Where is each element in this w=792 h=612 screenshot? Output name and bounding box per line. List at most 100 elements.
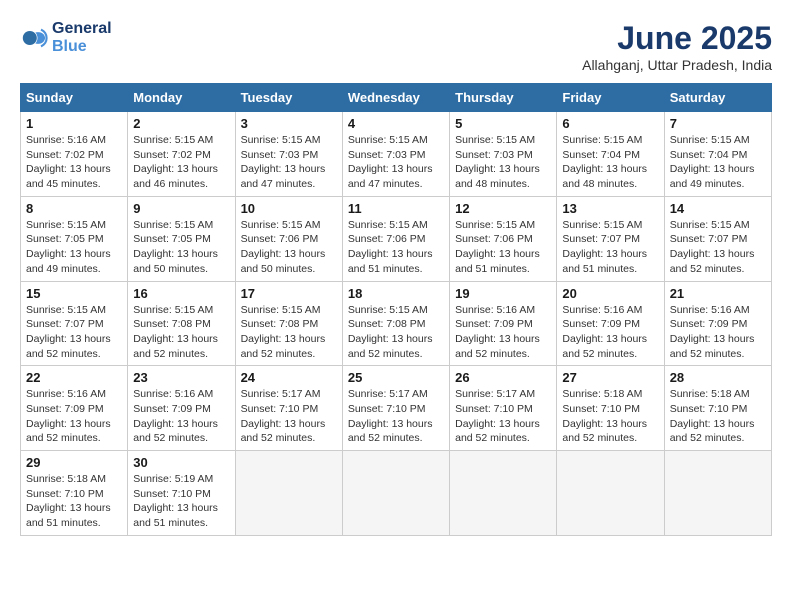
day-info: Sunrise: 5:16 AMSunset: 7:09 PMDaylight:… <box>562 303 658 362</box>
calendar-day: 16 Sunrise: 5:15 AMSunset: 7:08 PMDayligh… <box>128 281 235 366</box>
day-info: Sunrise: 5:15 AMSunset: 7:07 PMDaylight:… <box>562 218 658 277</box>
day-number: 22 <box>26 370 122 385</box>
day-info: Sunrise: 5:18 AMSunset: 7:10 PMDaylight:… <box>670 387 766 446</box>
day-number: 18 <box>348 286 444 301</box>
calendar-day: 5Sunrise: 5:15 AMSunset: 7:03 PMDaylight… <box>450 112 557 197</box>
calendar-day: 30 Sunrise: 5:19 AMSunset: 7:10 PMDayligh… <box>128 451 235 536</box>
calendar-day: 13 Sunrise: 5:15 AMSunset: 7:07 PMDayligh… <box>557 196 664 281</box>
day-number: 10 <box>241 201 337 216</box>
calendar-day: 27 Sunrise: 5:18 AMSunset: 7:10 PMDayligh… <box>557 366 664 451</box>
day-info: Sunrise: 5:17 AMSunset: 7:10 PMDaylight:… <box>455 387 551 446</box>
calendar-day: 11 Sunrise: 5:15 AMSunset: 7:06 PMDayligh… <box>342 196 449 281</box>
calendar-day: 3 Sunrise: 5:15 AMSunset: 7:03 PMDaylight… <box>235 112 342 197</box>
calendar-day: 1 Sunrise: 5:16 AMSunset: 7:02 PMDaylight… <box>21 112 128 197</box>
month-title: June 2025 <box>582 20 772 57</box>
day-info: Sunrise: 5:16 AMSunset: 7:09 PMDaylight:… <box>26 387 122 446</box>
logo-icon <box>20 24 48 52</box>
calendar-header-row: SundayMondayTuesdayWednesdayThursdayFrid… <box>21 84 772 112</box>
day-number: 9 <box>133 201 229 216</box>
header-cell-sunday: Sunday <box>21 84 128 112</box>
calendar-day: 10 Sunrise: 5:15 AMSunset: 7:06 PMDayligh… <box>235 196 342 281</box>
calendar-day: 24 Sunrise: 5:17 AMSunset: 7:10 PMDayligh… <box>235 366 342 451</box>
day-info: Sunrise: 5:16 AMSunset: 7:09 PMDaylight:… <box>670 303 766 362</box>
day-number: 19 <box>455 286 551 301</box>
day-info: Sunrise: 5:15 AMSunset: 7:03 PMDaylight:… <box>241 133 337 192</box>
day-number: 1 <box>26 116 122 131</box>
day-info: Sunrise: 5:15 AMSunset: 7:08 PMDaylight:… <box>348 303 444 362</box>
calendar-day <box>450 451 557 536</box>
calendar-day: 15 Sunrise: 5:15 AMSunset: 7:07 PMDayligh… <box>21 281 128 366</box>
day-number: 11 <box>348 201 444 216</box>
day-number: 24 <box>241 370 337 385</box>
day-number: 16 <box>133 286 229 301</box>
day-number: 15 <box>26 286 122 301</box>
title-block: June 2025 Allahganj, Uttar Pradesh, Indi… <box>582 20 772 73</box>
day-number: 20 <box>562 286 658 301</box>
calendar-day: 29 Sunrise: 5:18 AMSunset: 7:10 PMDayligh… <box>21 451 128 536</box>
calendar-day: 7Sunrise: 5:15 AMSunset: 7:04 PMDaylight… <box>664 112 771 197</box>
calendar-day: 28 Sunrise: 5:18 AMSunset: 7:10 PMDayligh… <box>664 366 771 451</box>
header-cell-tuesday: Tuesday <box>235 84 342 112</box>
calendar-day <box>557 451 664 536</box>
day-number: 14 <box>670 201 766 216</box>
header-cell-friday: Friday <box>557 84 664 112</box>
calendar-day: 18 Sunrise: 5:15 AMSunset: 7:08 PMDayligh… <box>342 281 449 366</box>
calendar-day: 9Sunrise: 5:15 AMSunset: 7:05 PMDaylight… <box>128 196 235 281</box>
day-number: 12 <box>455 201 551 216</box>
calendar-day: 2Sunrise: 5:15 AMSunset: 7:02 PMDaylight… <box>128 112 235 197</box>
calendar-day: 17Sunrise: 5:15 AMSunset: 7:08 PMDayligh… <box>235 281 342 366</box>
day-info: Sunrise: 5:15 AMSunset: 7:08 PMDaylight:… <box>133 303 229 362</box>
calendar-day: 26 Sunrise: 5:17 AMSunset: 7:10 PMDayligh… <box>450 366 557 451</box>
day-info: Sunrise: 5:16 AMSunset: 7:09 PMDaylight:… <box>455 303 551 362</box>
day-info: Sunrise: 5:15 AMSunset: 7:08 PMDaylight:… <box>241 303 337 362</box>
logo-text: General Blue <box>52 20 112 56</box>
day-info: Sunrise: 5:15 AMSunset: 7:07 PMDaylight:… <box>26 303 122 362</box>
calendar-day: 8 Sunrise: 5:15 AMSunset: 7:05 PMDaylight… <box>21 196 128 281</box>
day-info: Sunrise: 5:16 AMSunset: 7:02 PMDaylight:… <box>26 133 122 192</box>
header-cell-wednesday: Wednesday <box>342 84 449 112</box>
day-info: Sunrise: 5:15 AMSunset: 7:06 PMDaylight:… <box>455 218 551 277</box>
day-number: 30 <box>133 455 229 470</box>
calendar-day: 23 Sunrise: 5:16 AMSunset: 7:09 PMDayligh… <box>128 366 235 451</box>
day-info: Sunrise: 5:19 AMSunset: 7:10 PMDaylight:… <box>133 472 229 531</box>
calendar-week-row: 29 Sunrise: 5:18 AMSunset: 7:10 PMDayligh… <box>21 451 772 536</box>
calendar-week-row: 15 Sunrise: 5:15 AMSunset: 7:07 PMDayligh… <box>21 281 772 366</box>
calendar-day: 12 Sunrise: 5:15 AMSunset: 7:06 PMDayligh… <box>450 196 557 281</box>
day-number: 25 <box>348 370 444 385</box>
calendar-day: 14 Sunrise: 5:15 AMSunset: 7:07 PMDayligh… <box>664 196 771 281</box>
day-info: Sunrise: 5:15 AMSunset: 7:04 PMDaylight:… <box>562 133 658 192</box>
header-cell-monday: Monday <box>128 84 235 112</box>
day-number: 27 <box>562 370 658 385</box>
day-info: Sunrise: 5:17 AMSunset: 7:10 PMDaylight:… <box>348 387 444 446</box>
day-info: Sunrise: 5:15 AMSunset: 7:06 PMDaylight:… <box>348 218 444 277</box>
day-info: Sunrise: 5:15 AMSunset: 7:05 PMDaylight:… <box>26 218 122 277</box>
day-info: Sunrise: 5:16 AMSunset: 7:09 PMDaylight:… <box>133 387 229 446</box>
day-number: 4 <box>348 116 444 131</box>
day-number: 23 <box>133 370 229 385</box>
day-info: Sunrise: 5:15 AMSunset: 7:03 PMDaylight:… <box>348 133 444 192</box>
calendar-table: SundayMondayTuesdayWednesdayThursdayFrid… <box>20 83 772 536</box>
day-info: Sunrise: 5:18 AMSunset: 7:10 PMDaylight:… <box>562 387 658 446</box>
calendar-week-row: 1 Sunrise: 5:16 AMSunset: 7:02 PMDaylight… <box>21 112 772 197</box>
day-info: Sunrise: 5:17 AMSunset: 7:10 PMDaylight:… <box>241 387 337 446</box>
calendar-day: 19 Sunrise: 5:16 AMSunset: 7:09 PMDayligh… <box>450 281 557 366</box>
day-number: 29 <box>26 455 122 470</box>
day-number: 26 <box>455 370 551 385</box>
day-number: 28 <box>670 370 766 385</box>
calendar-week-row: 8 Sunrise: 5:15 AMSunset: 7:05 PMDaylight… <box>21 196 772 281</box>
calendar-day: 22 Sunrise: 5:16 AMSunset: 7:09 PMDayligh… <box>21 366 128 451</box>
calendar-day <box>342 451 449 536</box>
logo: General Blue <box>20 20 112 56</box>
day-info: Sunrise: 5:18 AMSunset: 7:10 PMDaylight:… <box>26 472 122 531</box>
day-number: 3 <box>241 116 337 131</box>
day-info: Sunrise: 5:15 AMSunset: 7:06 PMDaylight:… <box>241 218 337 277</box>
day-number: 7 <box>670 116 766 131</box>
day-number: 8 <box>26 201 122 216</box>
day-number: 6 <box>562 116 658 131</box>
day-number: 13 <box>562 201 658 216</box>
calendar-day: 21Sunrise: 5:16 AMSunset: 7:09 PMDayligh… <box>664 281 771 366</box>
calendar-day: 4 Sunrise: 5:15 AMSunset: 7:03 PMDaylight… <box>342 112 449 197</box>
calendar-week-row: 22 Sunrise: 5:16 AMSunset: 7:09 PMDayligh… <box>21 366 772 451</box>
day-info: Sunrise: 5:15 AMSunset: 7:03 PMDaylight:… <box>455 133 551 192</box>
day-info: Sunrise: 5:15 AMSunset: 7:07 PMDaylight:… <box>670 218 766 277</box>
